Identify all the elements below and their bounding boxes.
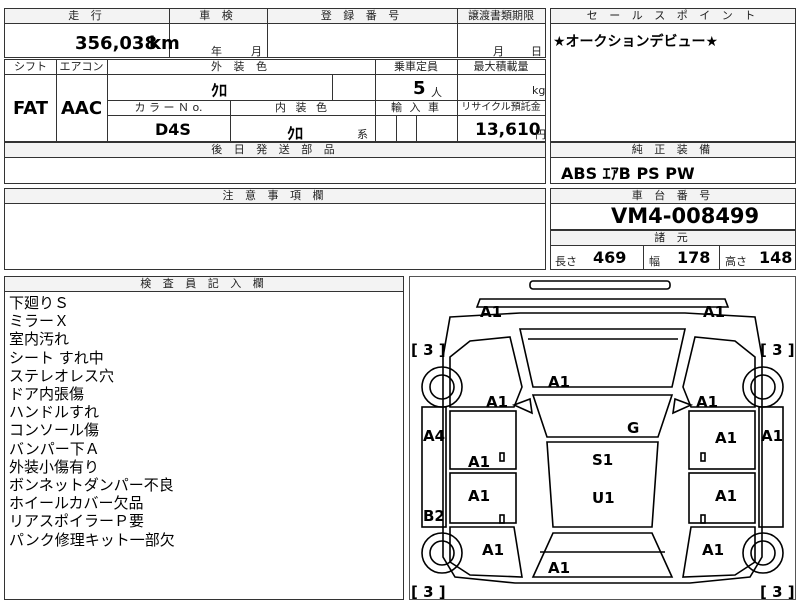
mark-side-right: A1: [761, 427, 783, 445]
aircon-value: AAC: [61, 98, 103, 119]
interior-color-value: ｸﾛ: [287, 124, 304, 143]
inspector-note: 室内汚れ: [9, 330, 70, 349]
equipment-label: 純 正 装 備: [551, 143, 795, 158]
tire-front-right-mark: [ 3 ]: [760, 341, 795, 359]
inspector-note: ミラーＸ: [9, 312, 70, 331]
max-load-unit: kg: [532, 84, 546, 97]
mark-rear-door-left: A1: [468, 487, 490, 505]
width-value: 178: [677, 248, 711, 267]
recycle-deposit-unit: 円: [535, 128, 546, 141]
shift-label: シフト: [14, 60, 47, 73]
inspector-note: リアスポイラーＰ要: [9, 512, 145, 531]
inspector-label: 検 査 員 記 入 欄: [5, 277, 403, 292]
sales-point-text: ★オークションデビュー★: [553, 34, 719, 50]
inspector-note: ステレオレス穴: [9, 366, 115, 385]
inspector-note: バンパー下Ａ: [9, 439, 100, 458]
later-parts-label: 後 日 発 送 部 品: [5, 143, 545, 158]
height-label: 高さ: [725, 255, 747, 268]
capacity-label: 乗車定員: [394, 60, 438, 73]
inspector-note: ハンドルすれ: [9, 403, 100, 422]
interior-color-label: 内 装 色: [275, 101, 330, 114]
recycle-deposit-value: 13,610: [475, 120, 541, 140]
height-value: 148: [759, 248, 793, 267]
tire-rear-left-mark: [ 3 ]: [411, 583, 446, 599]
mark-front-door-right: A1: [715, 429, 737, 447]
length-value: 469: [593, 248, 627, 267]
inspector-note: ボンネットダンパー不良: [9, 476, 174, 495]
mark-front-left: A1: [480, 303, 502, 321]
sales-point-label: セ ー ル ス ポ イ ン ト: [551, 9, 795, 24]
car-diagram: [ 3 ] [ 3 ] [ 3 ] [ 3 ] A1 A1 A1 A1 A1 A…: [411, 280, 795, 599]
mark-front-door-left: A1: [468, 453, 490, 471]
capacity-value: 5: [413, 78, 426, 99]
inspector-note: コンソール傷: [9, 421, 100, 440]
shift-value: FAT: [13, 98, 49, 119]
transfer-month: 月: [493, 45, 504, 58]
registration-label: 登 録 番 号: [320, 9, 404, 22]
chassis-label: 車 台 番 号: [551, 189, 795, 204]
mileage-value: 356,038: [75, 33, 157, 54]
car-diagram-panel: [ 3 ] [ 3 ] [ 3 ] [ 3 ] A1 A1 A1 A1 A1 A…: [409, 276, 796, 600]
inspection-month: 月: [251, 45, 262, 58]
mark-roof-front: S1: [592, 451, 613, 469]
standard-equipment-panel: 純 正 装 備 ABS ｴｱB PS PW: [550, 142, 796, 184]
inspector-note: ホイールカバー欠品: [9, 494, 144, 513]
dimensions-panel: 諸 元 長さ 469 幅 178 高さ 148: [550, 230, 796, 270]
mark-trunk: A1: [548, 559, 570, 577]
inspection-year: 年: [211, 45, 222, 58]
mark-hood: A1: [548, 373, 570, 391]
dimensions-label: 諸 元: [551, 231, 795, 246]
recycle-deposit-label: リサイクル預託金: [461, 102, 541, 113]
mark-rear-fender-right: A1: [702, 541, 724, 559]
tire-rear-right-mark: [ 3 ]: [760, 583, 795, 599]
mileage-label: 走 行: [68, 9, 106, 22]
inspector-notes-panel: 検 査 員 記 入 欄 下廻りＳ ミラーＸ 室内汚れ シート すれ中 ステレオレス穴 ドア…: [4, 276, 404, 600]
mark-front-right: A1: [703, 303, 725, 321]
max-load-label: 最大積載量: [473, 60, 529, 73]
mark-windshield: G: [627, 419, 639, 437]
tire-front-left-mark: [ 3 ]: [411, 341, 446, 359]
caution-panel: 注 意 事 項 欄: [4, 188, 546, 270]
sales-point-panel: セ ー ル ス ポ イ ン ト ★オークションデビュー★: [550, 8, 796, 142]
inspection-label: 車 検: [199, 9, 237, 22]
inspector-note: パンク修理キット一部欠: [9, 530, 175, 549]
inspector-note: 外装小傷有り: [9, 457, 100, 476]
inspector-note: シート すれ中: [9, 348, 104, 367]
aircon-label: エアコン: [59, 60, 104, 73]
exterior-color-label: 外 装 色: [211, 60, 271, 73]
mark-side-left: A4: [423, 427, 445, 445]
mark-fender-left: A1: [486, 393, 508, 411]
inspector-notes-list: 下廻りＳ ミラーＸ 室内汚れ シート すれ中 ステレオレス穴 ドア内張傷 ハンドルすれ コンソ…: [9, 294, 175, 549]
mark-rocker-left: B2: [423, 507, 445, 525]
later-shipping-parts: 後 日 発 送 部 品: [4, 142, 546, 184]
chassis-value: VM4-008499: [611, 204, 760, 228]
chassis-number-panel: 車 台 番 号 VM4-008499: [550, 188, 796, 230]
color-number-value: D4S: [155, 120, 191, 139]
capacity-unit: 人: [431, 86, 442, 99]
inspector-note: ドア内張傷: [9, 385, 85, 404]
import-label: 輸 入 車: [391, 101, 441, 114]
caution-label: 注 意 事 項 欄: [5, 189, 545, 204]
top-info-panel: 走 行 車 検 登 録 番 号 譲渡書類期限 356,038 km 年 月 月 …: [4, 8, 546, 58]
mark-roof-rear: U1: [592, 489, 615, 507]
equipment-value: ABS ｴｱB PS PW: [561, 164, 695, 183]
mark-rear-fender-left: A1: [482, 541, 504, 559]
mark-rear-door-right: A1: [715, 487, 737, 505]
width-label: 幅: [649, 255, 660, 268]
spec-table: シフト エアコン 外 装 色 乗車定員 最大積載量 FAT AAC ｸﾛ 5 人…: [4, 59, 546, 143]
mileage-unit: km: [149, 33, 180, 54]
transfer-deadline-label: 譲渡書類期限: [468, 9, 534, 22]
mark-fender-right: A1: [696, 393, 718, 411]
exterior-color-value: ｸﾛ: [211, 81, 228, 100]
length-label: 長さ: [555, 255, 577, 268]
transfer-day: 日: [531, 45, 542, 58]
interior-color-suffix: 系: [357, 128, 368, 141]
inspector-note: 下廻りＳ: [9, 294, 70, 312]
color-number-label: カ ラ ー Ｎ o.: [134, 101, 203, 114]
